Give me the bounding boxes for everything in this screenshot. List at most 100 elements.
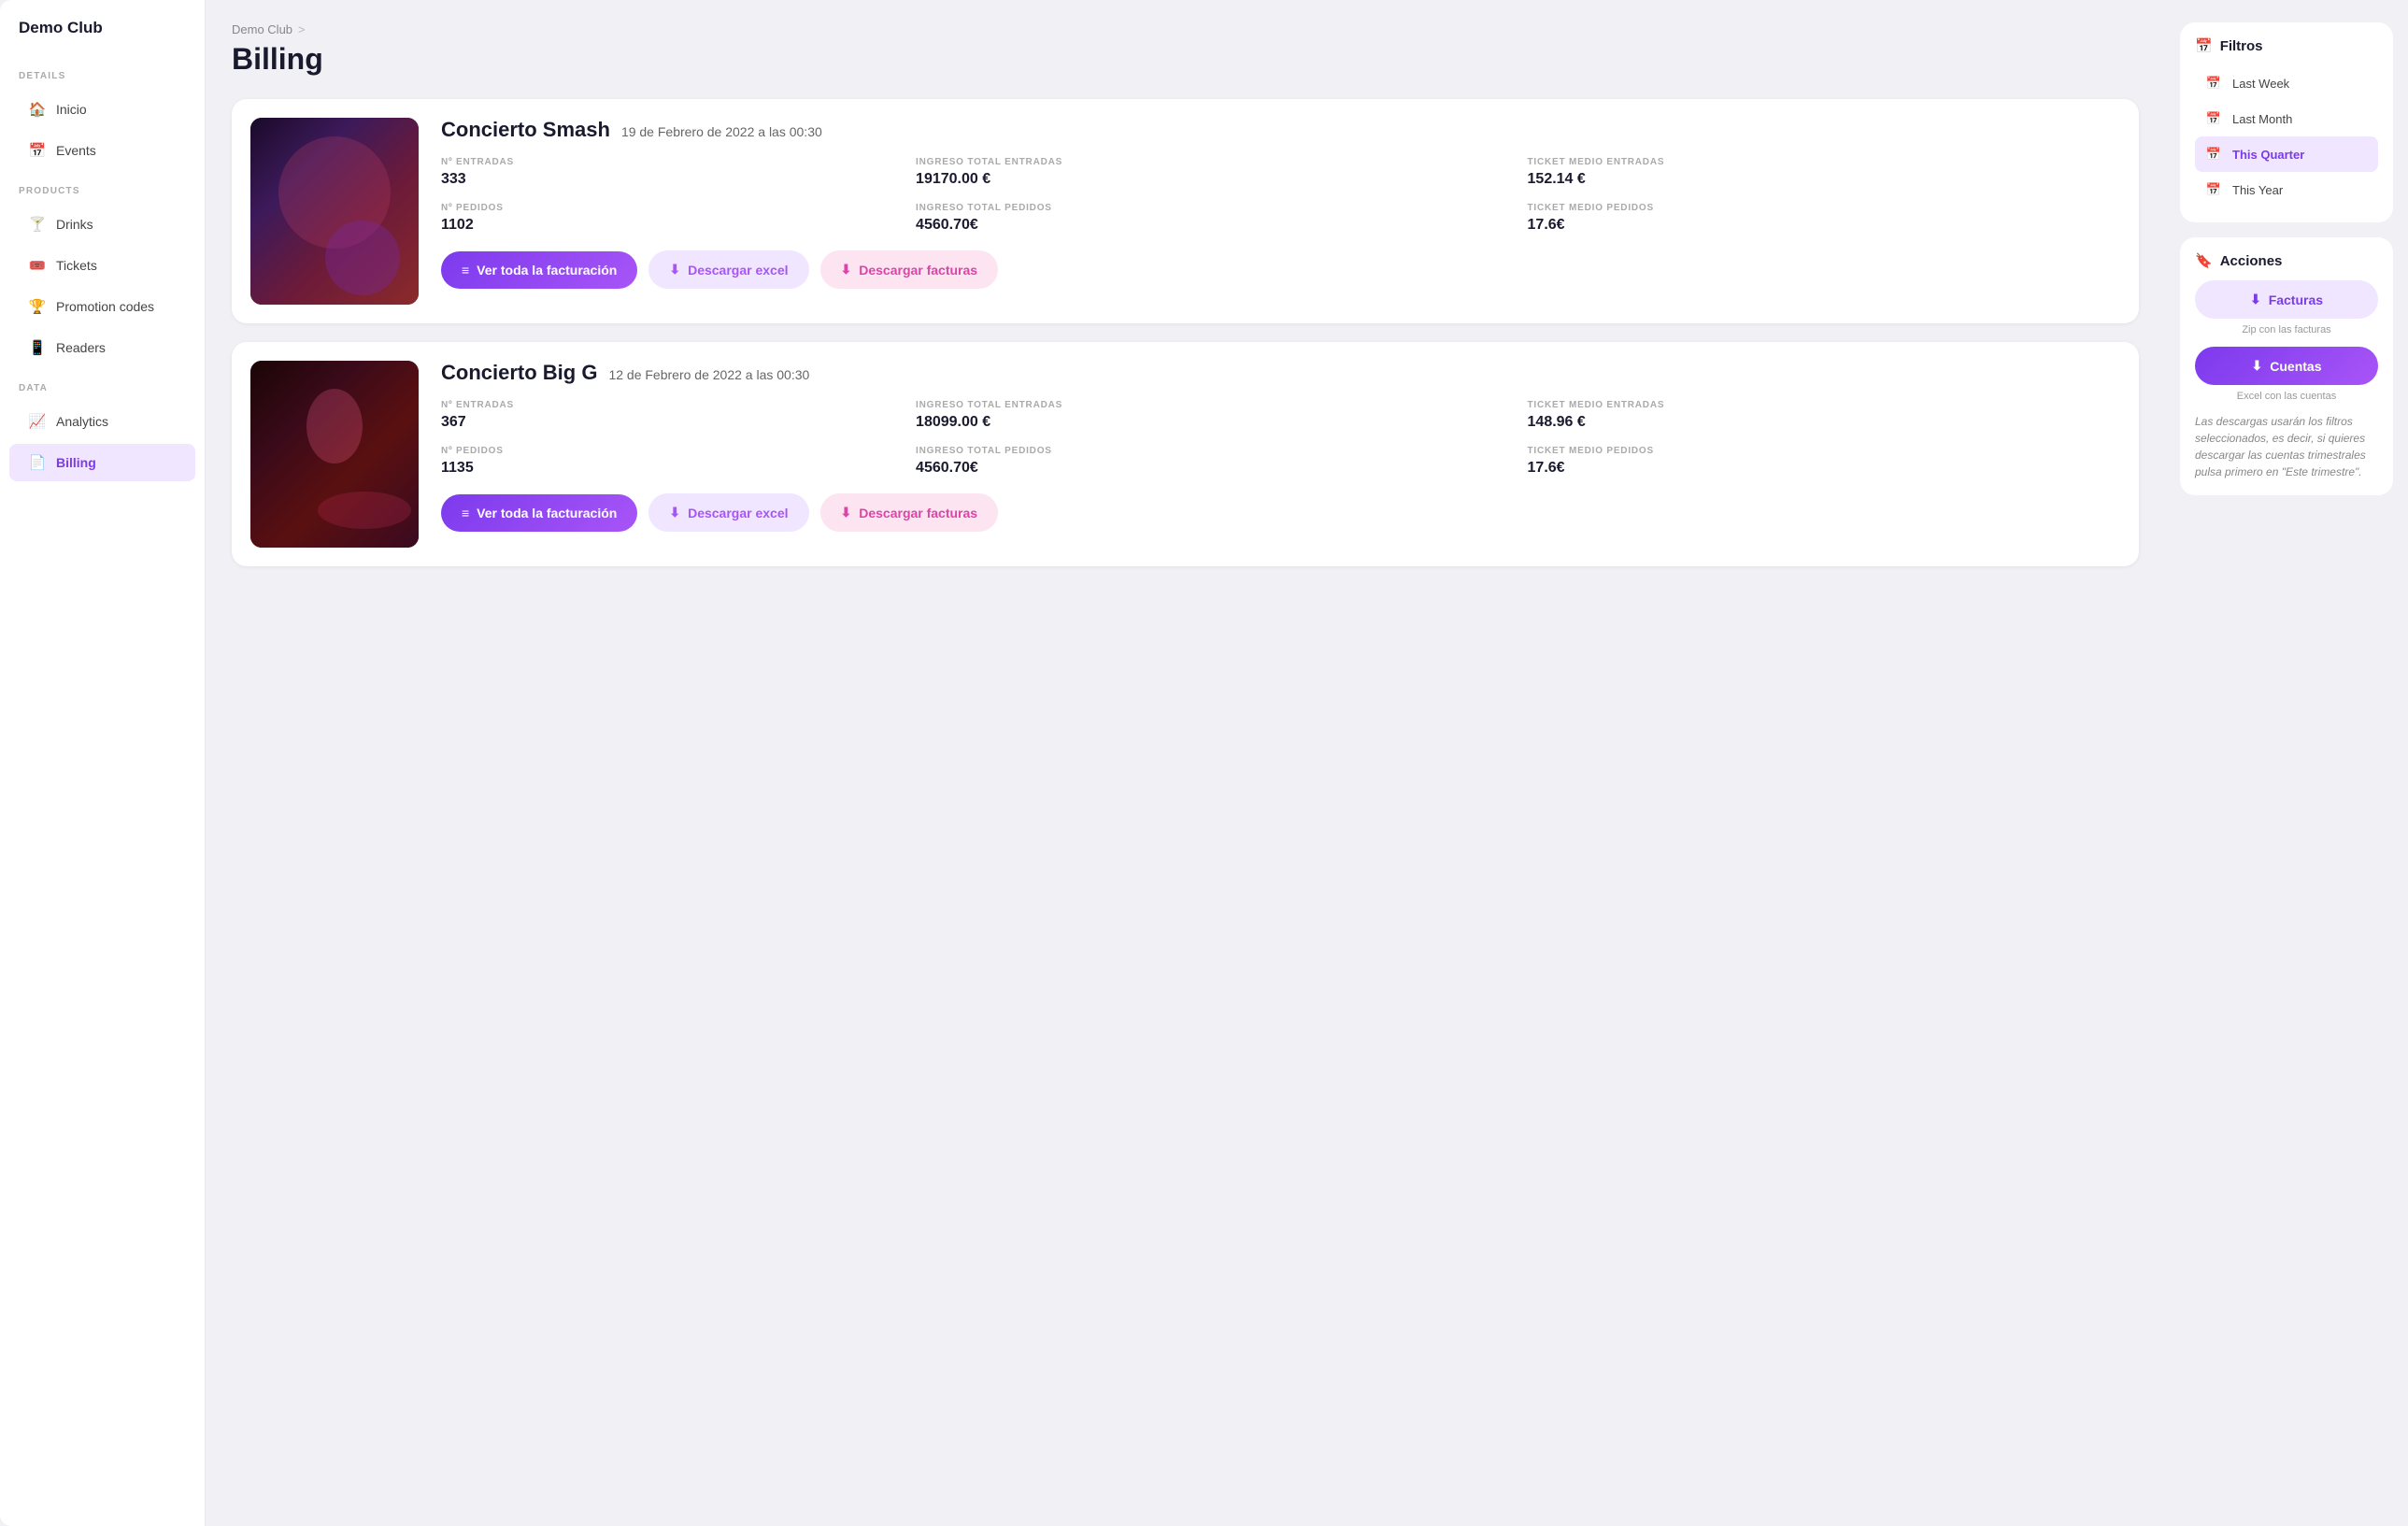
descargar-facturas-button-1[interactable]: ⬇ Descargar facturas	[820, 250, 999, 289]
stat-ticket-medio-pedidos-1: TICKET MEDIO PEDIDOS 17.6€	[1528, 203, 2120, 234]
stat-value: 333	[441, 171, 897, 188]
sidebar-item-events[interactable]: 📅 Events	[9, 132, 195, 169]
sidebar-item-inicio[interactable]: 🏠 Inicio	[9, 91, 195, 128]
sidebar-products-label: PRODUCTS	[0, 171, 205, 204]
stat-label: INGRESO TOTAL ENTRADAS	[916, 400, 1508, 410]
stat-ticket-medio-entradas-2: TICKET MEDIO ENTRADAS 148.96 €	[1528, 400, 2120, 431]
facturas-subtext: Zip con las facturas	[2195, 324, 2378, 335]
calendar-icon: 📅	[2204, 109, 2223, 128]
event-date-2: 12 de Febrero de 2022 a las 00:30	[608, 367, 809, 382]
stat-ingreso-entradas-2: INGRESO TOTAL ENTRADAS 18099.00 €	[916, 400, 1508, 431]
event-image-2	[250, 361, 419, 548]
descargar-excel-button-1[interactable]: ⬇ Descargar excel	[648, 250, 808, 289]
event-stats-1: Nº ENTRADAS 333 INGRESO TOTAL ENTRADAS 1…	[441, 157, 2120, 234]
stat-ingreso-pedidos-2: INGRESO TOTAL PEDIDOS 4560.70€	[916, 446, 1508, 477]
cuentas-subtext: Excel con las cuentas	[2195, 391, 2378, 402]
download-icon: ⬇	[669, 262, 680, 278]
calendar-icon: 📅	[2204, 145, 2223, 164]
stat-value: 17.6€	[1528, 460, 2120, 477]
descargar-facturas-button-2[interactable]: ⬇ Descargar facturas	[820, 493, 999, 532]
stat-label: TICKET MEDIO ENTRADAS	[1528, 157, 2120, 167]
stat-value: 19170.00 €	[916, 171, 1508, 188]
stat-label: INGRESO TOTAL ENTRADAS	[916, 157, 1508, 167]
descargar-excel-button-2[interactable]: ⬇ Descargar excel	[648, 493, 808, 532]
filter-last-month[interactable]: 📅 Last Month	[2195, 101, 2378, 136]
acciones-title: 🔖 Acciones	[2195, 252, 2378, 269]
acciones-section: 🔖 Acciones ⬇ Facturas Zip con las factur…	[2180, 237, 2393, 495]
ver-facturacion-button-1[interactable]: ≡ Ver toda la facturación	[441, 251, 637, 289]
stat-ticket-medio-entradas-1: TICKET MEDIO ENTRADAS 152.14 €	[1528, 157, 2120, 188]
stat-label: TICKET MEDIO ENTRADAS	[1528, 400, 2120, 410]
filter-last-week[interactable]: 📅 Last Week	[2195, 65, 2378, 101]
event-name-2: Concierto Big G	[441, 361, 597, 385]
billing-icon: 📄	[28, 453, 47, 472]
stat-label: TICKET MEDIO PEDIDOS	[1528, 446, 2120, 456]
sidebar-item-tickets[interactable]: 🎟️ Tickets	[9, 247, 195, 284]
sidebar-brand: Demo Club	[0, 19, 205, 56]
acciones-icon: 🔖	[2195, 252, 2213, 269]
stat-ingreso-entradas-1: INGRESO TOTAL ENTRADAS 19170.00 €	[916, 157, 1508, 188]
download-icon: ⬇	[669, 505, 680, 521]
facturas-button[interactable]: ⬇ Facturas	[2195, 280, 2378, 319]
sidebar-item-label: Drinks	[56, 217, 93, 232]
ver-facturacion-button-2[interactable]: ≡ Ver toda la facturación	[441, 494, 637, 532]
stat-entradas-count-2: Nº ENTRADAS 367	[441, 400, 897, 431]
main-content: Demo Club > Billing Concierto Smash 19 d…	[206, 0, 2165, 1526]
sidebar-details-label: DETAILS	[0, 56, 205, 89]
event-image-1	[250, 118, 419, 305]
stat-value: 367	[441, 414, 897, 431]
filter-this-quarter[interactable]: 📅 This Quarter	[2195, 136, 2378, 172]
event-actions-2: ≡ Ver toda la facturación ⬇ Descargar ex…	[441, 493, 2120, 532]
download-icon: ⬇	[841, 505, 852, 521]
event-actions-1: ≡ Ver toda la facturación ⬇ Descargar ex…	[441, 250, 2120, 289]
sidebar-item-billing[interactable]: 📄 Billing	[9, 444, 195, 481]
breadcrumb-parent: Demo Club	[232, 22, 292, 36]
sidebar-item-label: Inicio	[56, 102, 87, 117]
filter-icon: 📅	[2195, 37, 2213, 54]
page-title: Billing	[232, 42, 2139, 77]
stat-label: TICKET MEDIO PEDIDOS	[1528, 203, 2120, 213]
stat-value: 1135	[441, 460, 897, 477]
stat-value: 4560.70€	[916, 217, 1508, 234]
event-stats-2: Nº ENTRADAS 367 INGRESO TOTAL ENTRADAS 1…	[441, 400, 2120, 477]
breadcrumb-separator: >	[298, 22, 306, 36]
stat-label: INGRESO TOTAL PEDIDOS	[916, 203, 1508, 213]
breadcrumb: Demo Club >	[232, 22, 2139, 36]
stat-label: INGRESO TOTAL PEDIDOS	[916, 446, 1508, 456]
event-date-1: 19 de Febrero de 2022 a las 00:30	[621, 124, 822, 139]
download-icon: ⬇	[2250, 292, 2261, 307]
stat-ticket-medio-pedidos-2: TICKET MEDIO PEDIDOS 17.6€	[1528, 446, 2120, 477]
stat-value: 1102	[441, 217, 897, 234]
sidebar-item-label: Promotion codes	[56, 299, 154, 314]
stat-label: Nº ENTRADAS	[441, 400, 897, 410]
sidebar-item-readers[interactable]: 📱 Readers	[9, 329, 195, 366]
sidebar-item-label: Analytics	[56, 414, 108, 429]
sidebar-item-label: Readers	[56, 340, 106, 355]
sidebar-item-label: Billing	[56, 455, 96, 470]
home-icon: 🏠	[28, 100, 47, 119]
filter-this-year[interactable]: 📅 This Year	[2195, 172, 2378, 207]
sidebar-item-drinks[interactable]: 🍸 Drinks	[9, 206, 195, 243]
disclaimer: Las descargas usarán los filtros selecci…	[2195, 413, 2378, 480]
stat-label: Nº PEDIDOS	[441, 203, 897, 213]
stat-entradas-count-1: Nº ENTRADAS 333	[441, 157, 897, 188]
sidebar-data-label: DATA	[0, 368, 205, 401]
sidebar-item-analytics[interactable]: 📈 Analytics	[9, 403, 195, 440]
list-icon: ≡	[462, 506, 469, 521]
filter-section: 📅 Filtros 📅 Last Week 📅 Last Month 📅 Thi…	[2180, 22, 2393, 222]
stat-value: 18099.00 €	[916, 414, 1508, 431]
stat-ingreso-pedidos-1: INGRESO TOTAL PEDIDOS 4560.70€	[916, 203, 1508, 234]
stat-value: 152.14 €	[1528, 171, 2120, 188]
sidebar-item-promotion-codes[interactable]: 🏆 Promotion codes	[9, 288, 195, 325]
download-icon: ⬇	[2252, 358, 2263, 374]
event-card-2: Concierto Big G 12 de Febrero de 2022 a …	[232, 342, 2139, 566]
stat-value: 4560.70€	[916, 460, 1508, 477]
cuentas-button[interactable]: ⬇ Cuentas	[2195, 347, 2378, 385]
stat-pedidos-count-2: Nº PEDIDOS 1135	[441, 446, 897, 477]
event-details-1: Concierto Smash 19 de Febrero de 2022 a …	[441, 118, 2120, 305]
calendar-icon: 📅	[2204, 74, 2223, 93]
filter-title: 📅 Filtros	[2195, 37, 2378, 54]
event-name-1: Concierto Smash	[441, 118, 610, 142]
sidebar-item-label: Events	[56, 143, 96, 158]
reader-icon: 📱	[28, 338, 47, 357]
